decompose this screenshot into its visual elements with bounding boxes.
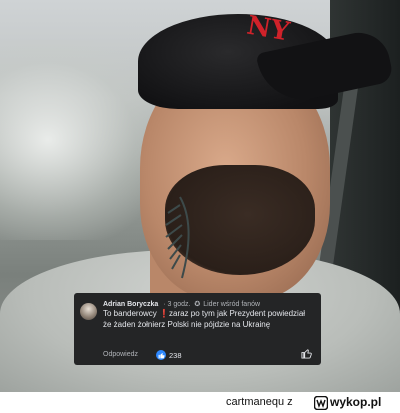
reply-button[interactable]: Odpowiedz <box>103 351 138 358</box>
like-count: 238 <box>169 350 182 360</box>
fan-badge: Lider wśród fanów <box>203 301 261 308</box>
like-badge-icon <box>156 350 166 360</box>
star-badge-icon: ✪ <box>194 301 201 308</box>
wykop-logo-icon <box>314 396 328 410</box>
like-icon[interactable] <box>301 348 312 359</box>
avatar[interactable] <box>80 303 97 320</box>
separator: z <box>287 396 293 408</box>
car-window <box>0 40 160 240</box>
comment-meta: Adrian Boryczka · 3 godz. ✪ Lider wśród … <box>103 300 260 308</box>
wing-tattoo <box>165 196 190 279</box>
comment-author[interactable]: Adrian Boryczka <box>103 301 158 308</box>
reaction-count[interactable]: 238 <box>156 350 182 360</box>
uploader-line: cartmanequ z <box>226 396 293 408</box>
comment-text: To banderowcy ❗zaraz po tym jak Prezyden… <box>103 309 306 329</box>
uploader-name[interactable]: cartmanequ <box>226 396 284 408</box>
comment-time[interactable]: · 3 godz. <box>163 301 190 308</box>
facebook-comment-card: Adrian Boryczka · 3 godz. ✪ Lider wśród … <box>74 293 321 365</box>
site-name[interactable]: wykop.pl <box>330 395 381 409</box>
